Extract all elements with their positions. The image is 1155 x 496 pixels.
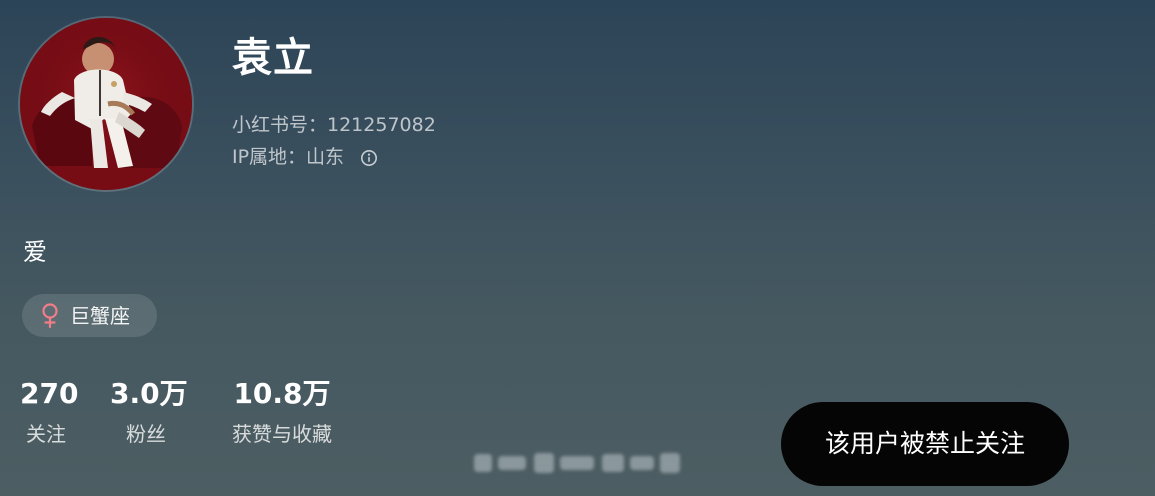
fans-label: 粉丝 [126,422,166,446]
blurred-watermark [474,453,680,473]
profile-page: 袁立 小红书号：121257082 IP属地：山东 爱 巨蟹座 270 关注 3… [0,0,1155,496]
info-icon[interactable] [360,149,378,167]
zodiac-chip: 巨蟹座 [22,294,157,337]
zodiac-label: 巨蟹座 [70,303,130,328]
ip-location-row: IP属地：山东 [232,148,378,167]
likes-collections-count: 10.8万 [233,377,331,410]
female-icon [42,302,58,328]
follow-banned-button[interactable]: 该用户被禁止关注 [781,402,1069,486]
fans-count: 3.0万 [110,377,188,410]
following-count: 270 [20,377,79,410]
likes-collections-stat[interactable]: 10.8万 获赞与收藏 [224,377,340,446]
profile-avatar[interactable] [20,18,192,190]
likes-collections-label: 获赞与收藏 [232,422,332,446]
fans-stat[interactable]: 3.0万 粉丝 [110,377,188,446]
nickname: 袁立 [232,35,314,81]
ip-location-text: IP属地：山东 [232,146,345,168]
bio-text: 爱 [23,238,47,266]
red-id: 小红书号：121257082 [232,114,436,136]
following-label: 关注 [26,422,66,446]
following-stat[interactable]: 270 关注 [20,377,79,446]
